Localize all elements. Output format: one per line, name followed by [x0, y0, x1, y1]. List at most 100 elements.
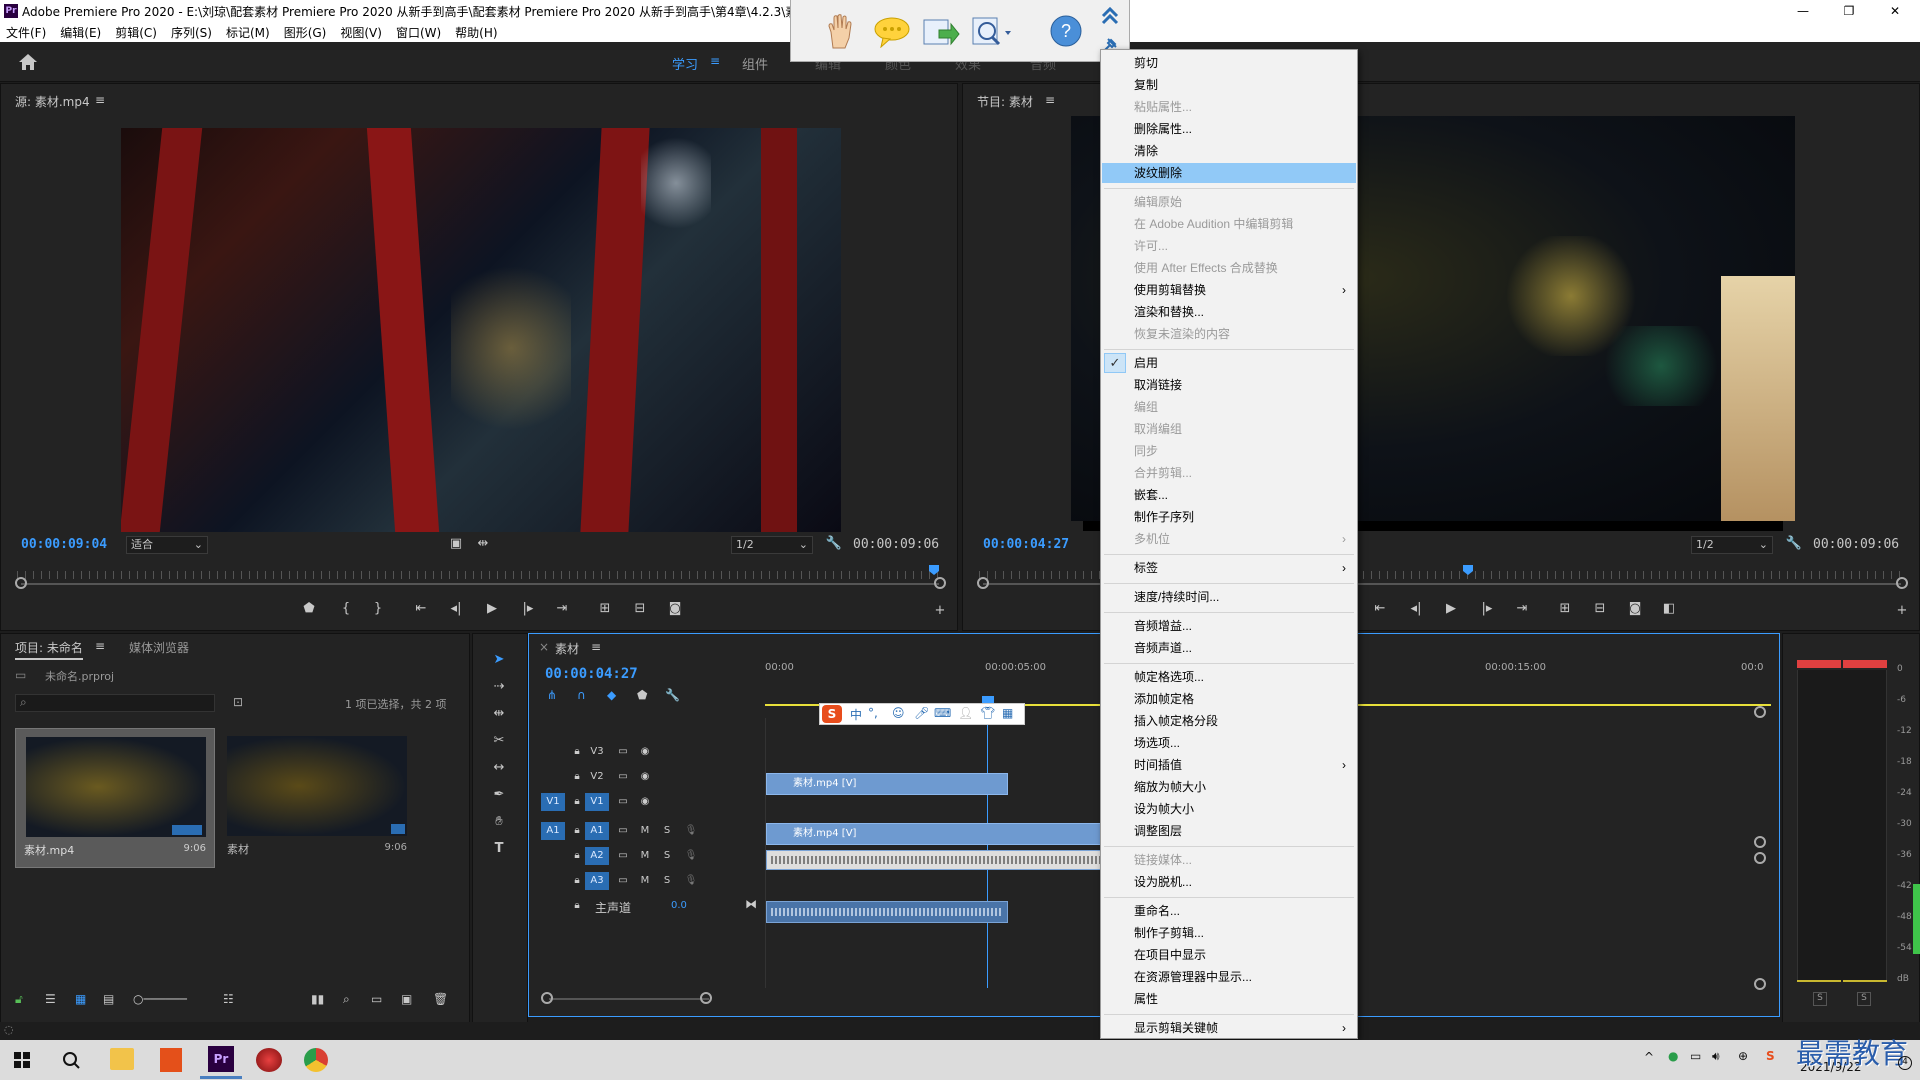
- export-icon[interactable]: [921, 14, 961, 50]
- program-resolution-select[interactable]: 1/2 ⌄: [1691, 536, 1773, 554]
- context-menu-item[interactable]: 启用 ✓: [1102, 353, 1356, 373]
- tray-app-icon[interactable]: ●: [1668, 1049, 1678, 1063]
- source-patch-a1[interactable]: A1: [541, 822, 565, 840]
- menu-file[interactable]: 文件(F): [6, 24, 46, 41]
- scroll-handle-right[interactable]: [934, 577, 946, 589]
- source-resolution-select[interactable]: 1/2 ⌄: [731, 536, 813, 554]
- premiere-taskbar-icon[interactable]: Pr: [208, 1046, 234, 1072]
- program-timecode[interactable]: 00:00:04:27: [983, 537, 1069, 552]
- source-zoom-select[interactable]: 适合 ⌄: [126, 536, 208, 554]
- zoom-tool-icon[interactable]: [971, 14, 1017, 50]
- workspace-menu-icon[interactable]: ≡: [710, 54, 720, 68]
- track-label-a1[interactable]: A1: [585, 822, 609, 840]
- workspace-assembly[interactable]: 组件: [742, 54, 768, 73]
- sync-lock-icon[interactable]: ▭: [611, 847, 635, 865]
- sogou-logo-icon[interactable]: S: [822, 705, 842, 723]
- eye-icon[interactable]: ◉: [633, 793, 657, 811]
- automate-icon[interactable]: ▮▮: [311, 992, 324, 1006]
- mute-button[interactable]: M: [633, 822, 657, 840]
- menu-edit[interactable]: 编辑(E): [60, 24, 101, 41]
- keyboard-icon[interactable]: ⌨: [934, 706, 951, 720]
- ime-mode[interactable]: 中: [850, 706, 862, 723]
- track-label-v2[interactable]: V2: [585, 768, 609, 786]
- chevron-up-icon[interactable]: ^: [1644, 1050, 1654, 1064]
- go-to-end-icon[interactable]: ⧓: [745, 897, 757, 911]
- play-icon[interactable]: ▶: [1441, 599, 1461, 619]
- tab-project[interactable]: 项目: 未命名: [15, 639, 83, 660]
- microphone-icon[interactable]: 🎙︎: [679, 847, 703, 865]
- scroll-handle-right[interactable]: [1896, 577, 1908, 589]
- solo-button[interactable]: S: [655, 822, 679, 840]
- sort-icon[interactable]: ☷: [223, 992, 234, 1006]
- settings-icon[interactable]: ▣: [446, 534, 466, 554]
- overwrite-icon[interactable]: ⊟: [630, 599, 650, 619]
- office-icon[interactable]: [160, 1048, 182, 1072]
- clip-indicator-right[interactable]: [1843, 660, 1887, 668]
- list-view-icon[interactable]: ☰: [45, 992, 56, 1006]
- source-zoom-scrollbar[interactable]: [21, 583, 939, 585]
- input-method-icon[interactable]: ⊕: [1738, 1049, 1748, 1063]
- solo-left-button[interactable]: S: [1813, 992, 1827, 1006]
- step-forward-icon[interactable]: |▸: [518, 599, 538, 619]
- search-icon[interactable]: [62, 1051, 80, 1069]
- context-menu-item[interactable]: 时间插值 ›: [1102, 755, 1356, 775]
- panel-menu-icon[interactable]: ≡: [591, 640, 601, 654]
- context-menu-item[interactable]: 取消链接: [1102, 375, 1356, 395]
- punctuation-icon[interactable]: °,: [868, 706, 878, 720]
- new-bin-icon[interactable]: ▭: [371, 992, 382, 1006]
- scroll-handle-left[interactable]: [977, 577, 989, 589]
- linked-selection-icon[interactable]: ∩: [577, 688, 586, 702]
- context-menu-item[interactable]: 调整图层: [1102, 821, 1356, 841]
- mute-button[interactable]: M: [633, 872, 657, 890]
- insert-icon[interactable]: ⇹: [473, 534, 493, 554]
- context-menu-item[interactable]: 在资源管理器中显示...: [1102, 967, 1356, 987]
- program-monitor-title[interactable]: 节目: 素材: [977, 93, 1033, 110]
- minimize-button[interactable]: —: [1780, 0, 1826, 22]
- context-menu-item[interactable]: 速度/持续时间...: [1102, 587, 1356, 607]
- step-back-icon[interactable]: ◂|: [446, 599, 466, 619]
- search-input[interactable]: ⌕: [15, 694, 215, 712]
- maximize-button[interactable]: ❐: [1826, 0, 1872, 22]
- lift-icon[interactable]: ⊞: [1555, 599, 1575, 619]
- selection-tool-icon[interactable]: ➤: [490, 652, 508, 670]
- video-clip-v1[interactable]: 素材.mp4 [V]: [766, 823, 1106, 845]
- menu-markers[interactable]: 标记(M): [226, 24, 270, 41]
- windows-start-icon[interactable]: [14, 1052, 30, 1068]
- context-menu-item[interactable]: 场选项...: [1102, 733, 1356, 753]
- skin-icon[interactable]: 👕︎: [980, 706, 995, 720]
- microphone-icon[interactable]: 🎤︎: [914, 706, 929, 720]
- context-menu-item[interactable]: 制作子剪辑...: [1102, 923, 1356, 943]
- sync-lock-icon[interactable]: ▭: [611, 743, 635, 761]
- sync-lock-icon[interactable]: ▭: [611, 793, 635, 811]
- context-menu-item[interactable]: 制作子序列: [1102, 507, 1356, 527]
- scroll-handle-left[interactable]: [541, 992, 553, 1004]
- scroll-handle[interactable]: [1754, 706, 1766, 718]
- icon-view-icon[interactable]: ▦: [75, 992, 86, 1006]
- context-menu-item[interactable]: 清除: [1102, 141, 1356, 161]
- workspace-learn[interactable]: 学习: [672, 54, 698, 73]
- help-icon[interactable]: ?: [1049, 14, 1083, 48]
- context-menu-item[interactable]: 在项目中显示: [1102, 945, 1356, 965]
- panel-menu-icon[interactable]: ≡: [95, 639, 105, 653]
- source-time-ruler[interactable]: [17, 571, 941, 579]
- network-icon[interactable]: ▭: [1690, 1049, 1701, 1063]
- lock-icon[interactable]: 🔒︎: [565, 897, 589, 915]
- find-icon[interactable]: ⌕: [343, 992, 350, 1007]
- menu-sequence[interactable]: 序列(S): [171, 24, 212, 41]
- solo-right-button[interactable]: S: [1857, 992, 1871, 1006]
- timeline-horizontal-scrollbar[interactable]: [549, 998, 709, 1000]
- context-menu-item[interactable]: 使用剪辑替换 ›: [1102, 280, 1356, 300]
- wrench-icon[interactable]: 🔧: [1784, 534, 1804, 554]
- go-to-out-icon[interactable]: ⇥: [552, 599, 572, 619]
- hand-icon[interactable]: [825, 14, 855, 50]
- master-volume[interactable]: 0.0: [671, 900, 687, 911]
- context-menu-item[interactable]: 添加帧定格: [1102, 689, 1356, 709]
- freeform-view-icon[interactable]: ▤: [103, 992, 114, 1006]
- timeline-tab[interactable]: 素材: [555, 640, 579, 657]
- insert-clip-icon[interactable]: ⊞: [595, 599, 615, 619]
- add-marker-icon[interactable]: ◆: [607, 688, 616, 702]
- emoji-icon[interactable]: ☺: [892, 706, 905, 720]
- collapse-up-icon[interactable]: [1099, 4, 1121, 26]
- track-label-v1[interactable]: V1: [585, 793, 609, 811]
- context-menu-item[interactable]: 设为脱机...: [1102, 872, 1356, 892]
